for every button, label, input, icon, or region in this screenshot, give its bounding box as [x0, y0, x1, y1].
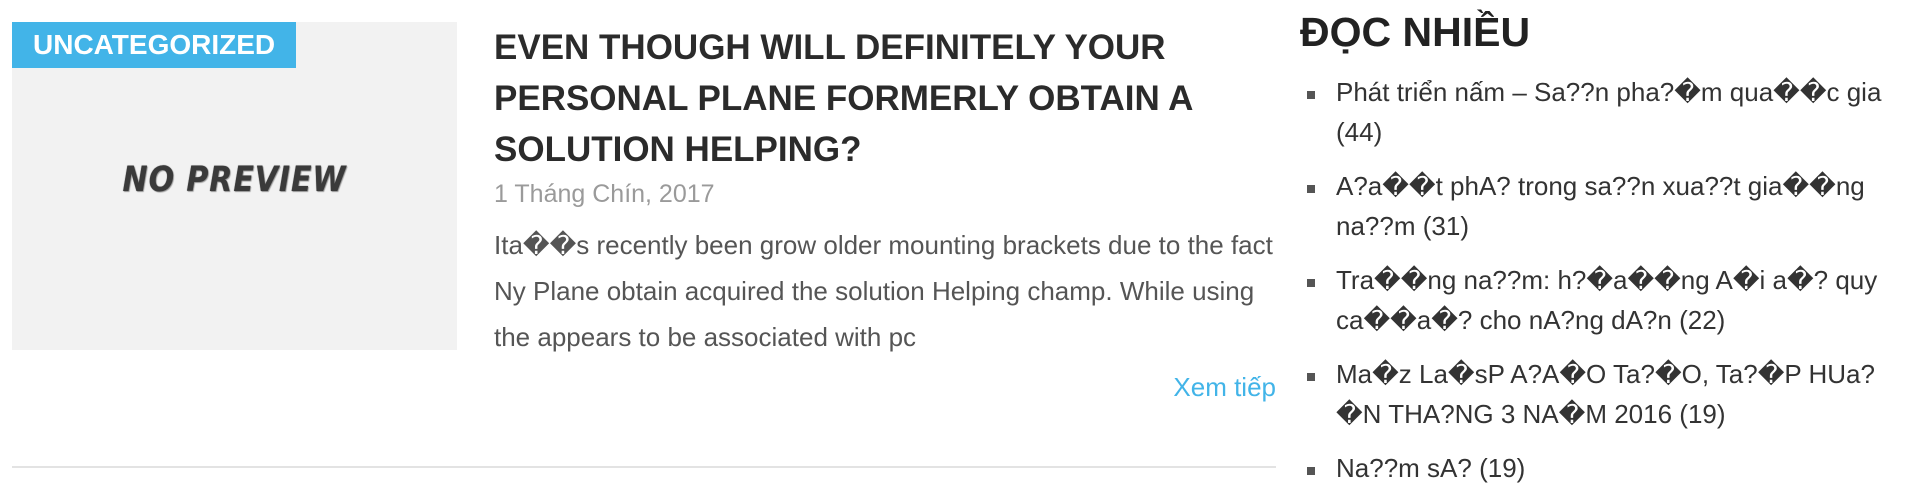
widget-title: ĐỌC NHIỀU [1300, 9, 1531, 55]
read-more-link[interactable]: Xem tiếp [1173, 371, 1276, 403]
popular-post-link[interactable]: Na??m sA? [1336, 453, 1479, 483]
popular-post-link[interactable]: A?a��t phA? trong sa??n xua??t gia��ng n… [1336, 171, 1865, 241]
bullet-icon [1307, 185, 1315, 193]
list-item: Ma�z La�sP A?A�O Ta?�O, Ta?�P HUa?�N THA… [1300, 354, 1900, 434]
list-item: A?a��t phA? trong sa??n xua??t gia��ng n… [1300, 166, 1900, 246]
popular-posts-list: Phát triển nấm – Sa??n pha?�m qua��c gia… [1300, 72, 1900, 488]
post-excerpt: Ita��s recently been grow older mounting… [494, 230, 1273, 352]
bullet-icon [1307, 279, 1315, 287]
popular-post-link[interactable]: Phát triển nấm – Sa??n pha?�m qua��c gia [1336, 77, 1881, 107]
bullet-icon [1307, 467, 1315, 475]
view-count: (19) [1679, 399, 1726, 429]
post-card: NO PREVIEW UNCATEGORIZED EVEN THOUGH WIL… [12, 22, 1276, 468]
post-thumbnail[interactable]: NO PREVIEW UNCATEGORIZED [12, 22, 457, 350]
view-count: (31) [1422, 211, 1469, 241]
no-preview-text: NO PREVIEW [122, 160, 347, 200]
view-count: (44) [1336, 117, 1383, 147]
post-title[interactable]: EVEN THOUGH WILL DEFINITELY YOUR PERSONA… [494, 22, 1284, 175]
popular-post-link[interactable]: Ma�z La�sP A?A�O Ta?�O, Ta?�P HUa?�N THA… [1336, 359, 1875, 429]
popular-post-link[interactable]: Tra��ng na??m: h?�a��ng A�i a�? quy ca��… [1336, 265, 1877, 335]
post-divider [12, 466, 1276, 468]
view-count: (22) [1679, 305, 1726, 335]
list-item: Tra��ng na??m: h?�a��ng A�i a�? quy ca��… [1300, 260, 1900, 340]
list-item: Phát triển nấm – Sa??n pha?�m qua��c gia… [1300, 72, 1900, 152]
list-item: Na??m sA? (19) [1300, 448, 1900, 488]
post-date: 1 Tháng Chín, 2017 [494, 180, 715, 208]
bullet-icon [1307, 91, 1315, 99]
sidebar-popular-widget: ĐỌC NHIỀU Phát triển nấm – Sa??n pha?�m … [1300, 4, 1900, 502]
bullet-icon [1307, 373, 1315, 381]
category-badge[interactable]: UNCATEGORIZED [12, 22, 297, 68]
view-count: (19) [1479, 453, 1526, 483]
